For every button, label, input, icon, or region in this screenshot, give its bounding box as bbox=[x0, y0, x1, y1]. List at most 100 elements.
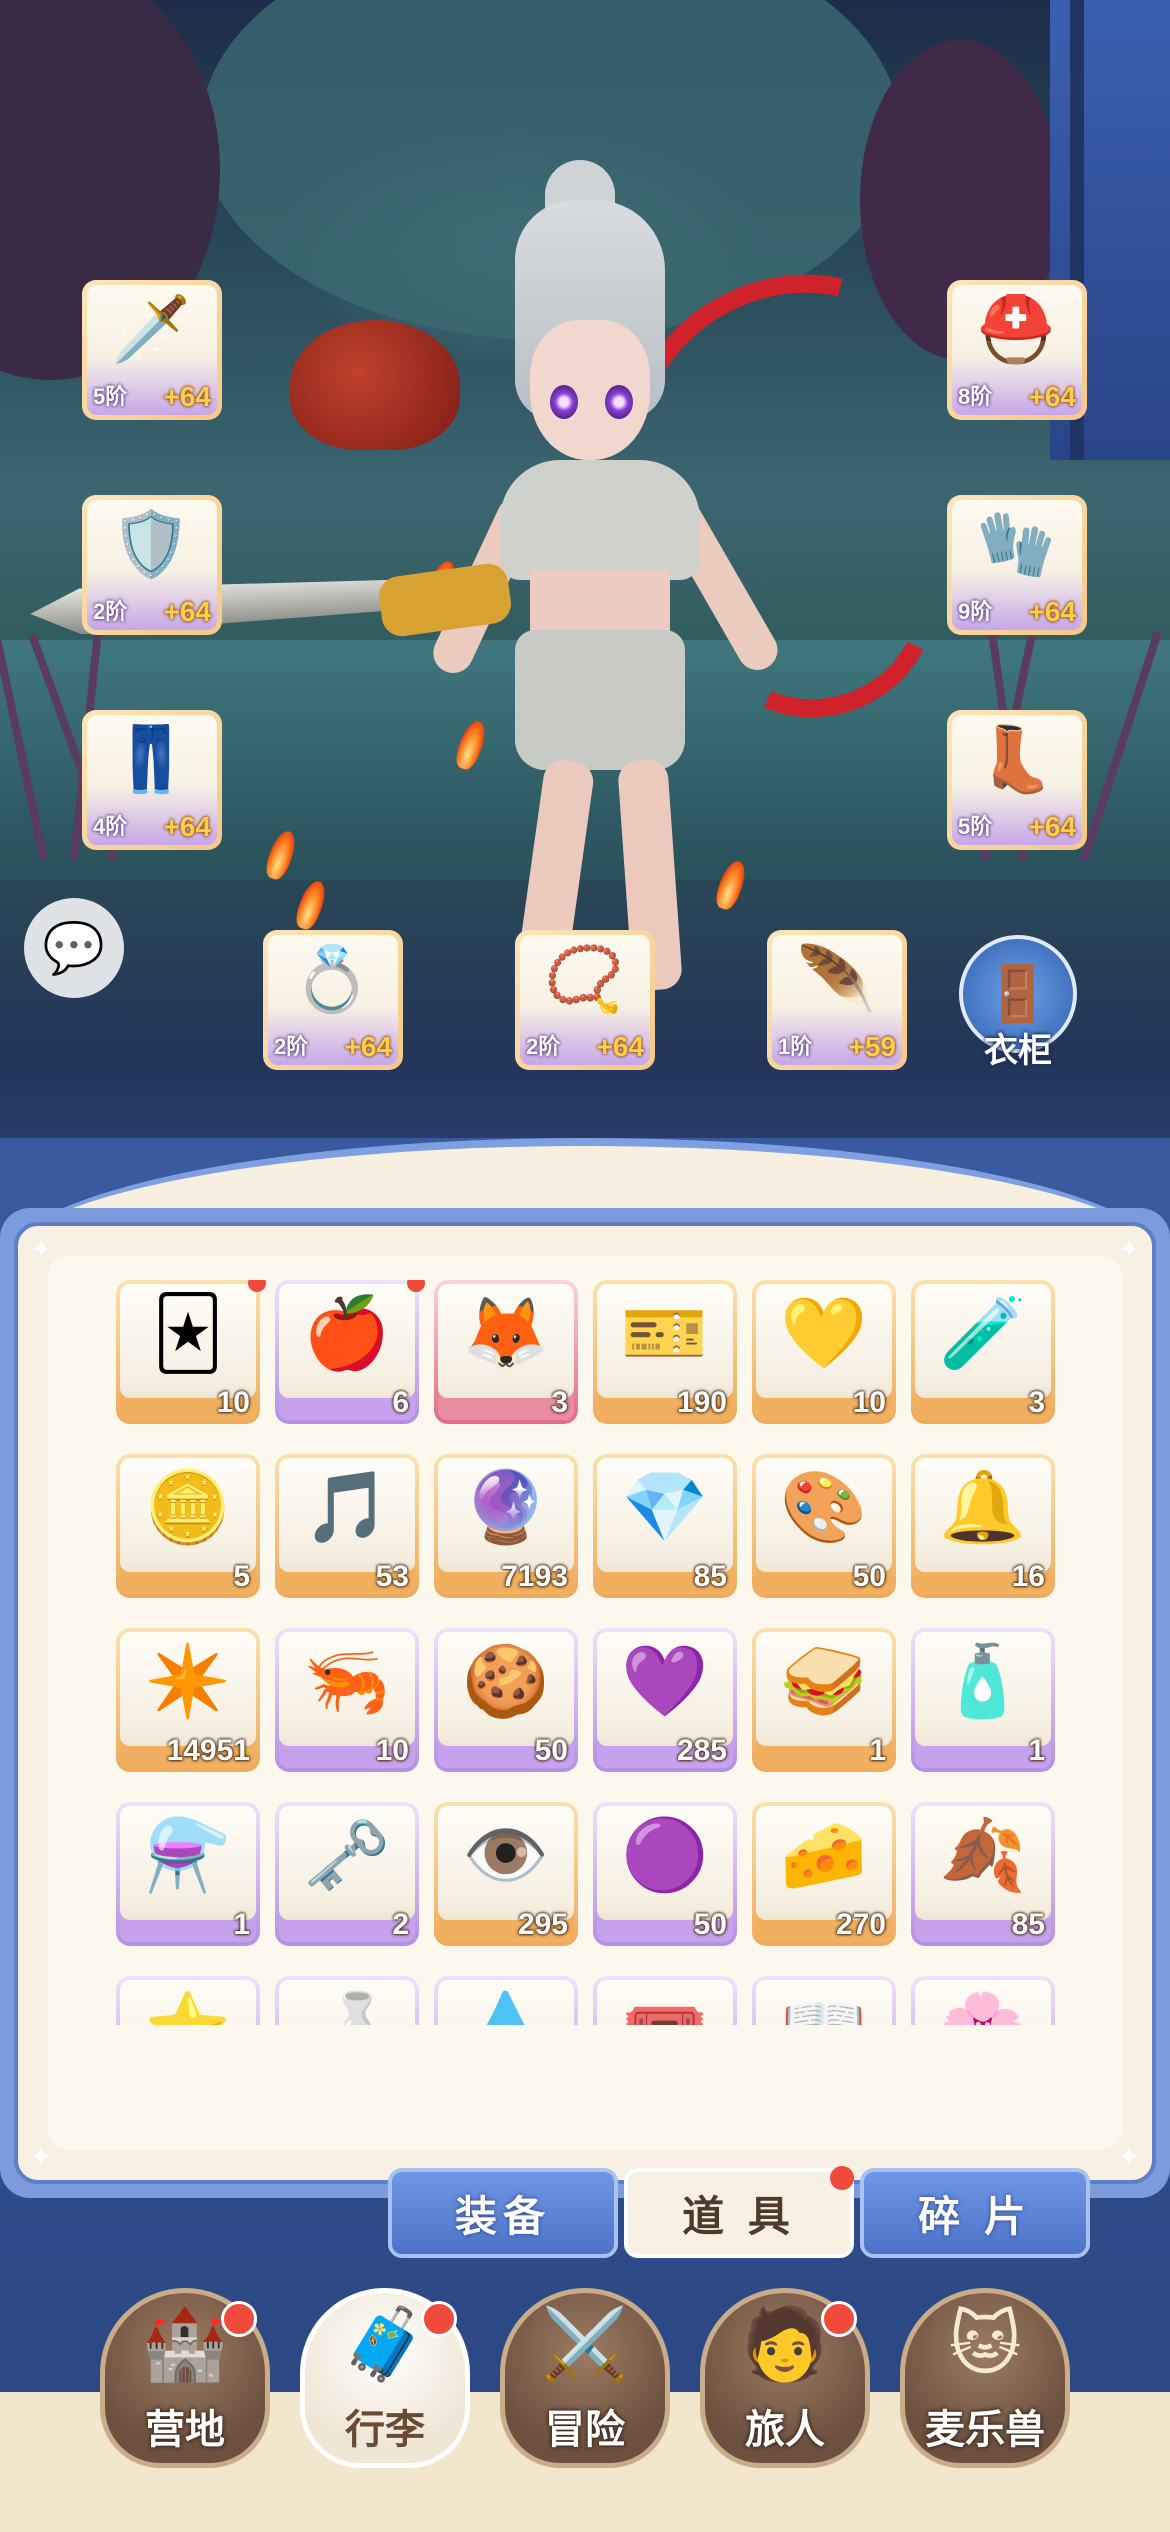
item-count: 10 bbox=[216, 1386, 250, 1419]
crossed-swords-icon: ⚔️ bbox=[541, 2305, 629, 2383]
eye-card-icon: 👁️ bbox=[462, 1816, 550, 1894]
nav-traveler[interactable]: 🧑 旅人 bbox=[700, 2288, 870, 2468]
equip-slot-charm[interactable]: 🪶 1阶 +59 bbox=[767, 930, 907, 1070]
inventory-item-gold-leaf[interactable]: 🍂 85 bbox=[911, 1802, 1055, 1946]
item-count: 6 bbox=[392, 1386, 409, 1419]
inventory-item-blue-potion[interactable]: 🧪 3 bbox=[911, 1280, 1055, 1424]
armor-icon: 🛡️ bbox=[111, 508, 191, 580]
inventory-item-bottle[interactable]: 🍶 bbox=[275, 1976, 419, 2025]
nav-label: 营地 bbox=[145, 2408, 225, 2452]
inventory-item-heart-coin[interactable]: 💜 285 bbox=[593, 1628, 737, 1772]
inventory-item-star-crystal[interactable]: ✴️ 14951 bbox=[116, 1628, 260, 1772]
slot-bonus: +64 bbox=[596, 1031, 645, 1062]
item-count: 16 bbox=[1011, 1560, 1045, 1593]
star-hat-icon: ⭐ bbox=[120, 1994, 256, 2025]
tab-fragments[interactable]: 碎 片 bbox=[860, 2168, 1090, 2258]
inventory-item-cat-orb[interactable]: 🟣 50 bbox=[593, 1802, 737, 1946]
item-count: 7193 bbox=[501, 1560, 568, 1593]
inventory-item-ticket-2[interactable]: 🎟️ bbox=[593, 1976, 737, 2025]
equip-slot-gloves[interactable]: 🧤 9阶 +64 bbox=[947, 495, 1087, 635]
paint-tube-icon: 🎨 bbox=[780, 1468, 868, 1546]
item-count: 5 bbox=[233, 1560, 250, 1593]
inventory-item-fox-portrait[interactable]: 🦊 3 bbox=[434, 1280, 578, 1424]
equip-slot-armor[interactable]: 🛡️ 2阶 +64 bbox=[82, 495, 222, 635]
inventory-item-paint-tube[interactable]: 🎨 50 bbox=[752, 1454, 896, 1598]
slot-bonus: +64 bbox=[1028, 381, 1077, 412]
equip-slot-weapon[interactable]: 🗡️ 5阶 +64 bbox=[82, 280, 222, 420]
boots-icon: 👢 bbox=[976, 723, 1056, 795]
equip-slot-boots[interactable]: 👢 5阶 +64 bbox=[947, 710, 1087, 850]
equip-slot-helmet[interactable]: ⛑️ 8阶 +64 bbox=[947, 280, 1087, 420]
nav-label: 麦乐兽 bbox=[925, 2408, 1045, 2452]
inventory-item-card[interactable]: 🃏 10 bbox=[116, 1280, 266, 1424]
inventory-item-lyre[interactable]: 🎵 53 bbox=[275, 1454, 419, 1598]
nav-adventure[interactable]: ⚔️ 冒险 bbox=[500, 2288, 670, 2468]
chat-button[interactable]: 💬 bbox=[24, 898, 124, 998]
inventory-item-yellow-gem[interactable]: 💛 10 bbox=[752, 1280, 896, 1424]
notification-dot bbox=[248, 1280, 266, 1292]
item-count: 10 bbox=[375, 1734, 409, 1767]
equip-slot-pants[interactable]: 👖 4阶 +64 bbox=[82, 710, 222, 850]
item-count: 285 bbox=[676, 1734, 727, 1767]
inventory-item-cookie[interactable]: 🍪 50 bbox=[434, 1628, 578, 1772]
slot-tier: 8阶 bbox=[958, 384, 993, 409]
inventory-item-cheese[interactable]: 🧀 270 bbox=[752, 1802, 896, 1946]
nav-pets[interactable]: 🐱 麦乐兽 bbox=[900, 2288, 1070, 2468]
inventory-item-key[interactable]: 🗝️ 2 bbox=[275, 1802, 419, 1946]
potion-bottle-icon: 🧴 bbox=[939, 1642, 1027, 1720]
notification-dot bbox=[221, 2301, 257, 2337]
tab-items[interactable]: 道 具 bbox=[624, 2166, 854, 2258]
inventory-item-apple[interactable]: 🍎 6 bbox=[275, 1280, 425, 1424]
inventory-item-cat-coin[interactable]: 🪙 5 bbox=[116, 1454, 260, 1598]
shrimp-icon: 🦐 bbox=[303, 1642, 391, 1720]
gauntlet-icon: 🧤 bbox=[976, 508, 1056, 580]
inventory-item-rune-orb[interactable]: 🔮 7193 bbox=[434, 1454, 578, 1598]
equip-slot-necklace[interactable]: 📿 2阶 +64 bbox=[515, 930, 655, 1070]
yellow-gem-icon: 💛 bbox=[780, 1294, 868, 1372]
inventory-item-sandwich[interactable]: 🥪 1 bbox=[752, 1628, 896, 1772]
slot-bonus: +64 bbox=[1028, 596, 1077, 627]
inventory-item-blue-slime[interactable]: 💧 bbox=[434, 1976, 578, 2025]
item-count: 1 bbox=[233, 1908, 250, 1941]
cheese-icon: 🧀 bbox=[780, 1816, 868, 1894]
apple-icon: 🍎 bbox=[303, 1294, 391, 1372]
slot-tier: 2阶 bbox=[526, 1034, 561, 1059]
lyre-icon: 🎵 bbox=[303, 1468, 391, 1546]
inventory-item-eye-card[interactable]: 👁️ 295 bbox=[434, 1802, 578, 1946]
ring-icon: 💍 bbox=[292, 943, 372, 1015]
inventory-item-crystal[interactable]: 💎 85 bbox=[593, 1454, 737, 1598]
nav-label: 行李 bbox=[345, 2408, 425, 2452]
slot-tier: 2阶 bbox=[93, 599, 128, 624]
inventory-item-shrimp[interactable]: 🦐 10 bbox=[275, 1628, 419, 1772]
gold-leaf-icon: 🍂 bbox=[939, 1816, 1027, 1894]
notification-dot bbox=[821, 2301, 857, 2337]
item-count: 50 bbox=[852, 1560, 886, 1593]
nav-luggage[interactable]: 🧳 行李 bbox=[300, 2288, 470, 2468]
nav-camp[interactable]: 🏰 营地 bbox=[100, 2288, 270, 2468]
item-count: 50 bbox=[534, 1734, 568, 1767]
slot-tier: 5阶 bbox=[958, 814, 993, 839]
inventory-item-blue-flower[interactable]: 🌸 bbox=[911, 1976, 1055, 2025]
item-count: 1 bbox=[1028, 1734, 1045, 1767]
slot-tier: 5阶 bbox=[93, 384, 128, 409]
tab-equipment[interactable]: 装备 bbox=[388, 2168, 618, 2258]
notification-dot bbox=[421, 2301, 457, 2337]
blue-flower-icon: 🌸 bbox=[915, 1994, 1051, 2025]
slot-tier: 1阶 bbox=[778, 1034, 813, 1059]
equip-slot-ring[interactable]: 💍 2阶 +64 bbox=[263, 930, 403, 1070]
inventory-item-ticket[interactable]: 🎫 190 bbox=[593, 1280, 737, 1424]
red-potion-icon: ⚗️ bbox=[144, 1816, 232, 1894]
slot-bonus: +64 bbox=[163, 381, 212, 412]
blue-slime-icon: 💧 bbox=[438, 1994, 574, 2025]
inventory-item-potion-bottle[interactable]: 🧴 1 bbox=[911, 1628, 1055, 1772]
inventory-item-book[interactable]: 📖 bbox=[752, 1976, 896, 2025]
item-count: 2 bbox=[392, 1908, 409, 1941]
card-icon: 🃏 bbox=[152, 1294, 224, 1372]
item-count: 190 bbox=[676, 1386, 727, 1419]
inventory-item-red-potion[interactable]: ⚗️ 1 bbox=[116, 1802, 260, 1946]
inventory-item-star-hat[interactable]: ⭐ bbox=[116, 1976, 260, 2025]
item-count: 10 bbox=[852, 1386, 886, 1419]
inventory-item-bell[interactable]: 🔔 16 bbox=[911, 1454, 1055, 1598]
wardrobe-button[interactable]: 🚪 衣柜 bbox=[958, 935, 1078, 1070]
rune-orb-icon: 🔮 bbox=[462, 1468, 550, 1546]
